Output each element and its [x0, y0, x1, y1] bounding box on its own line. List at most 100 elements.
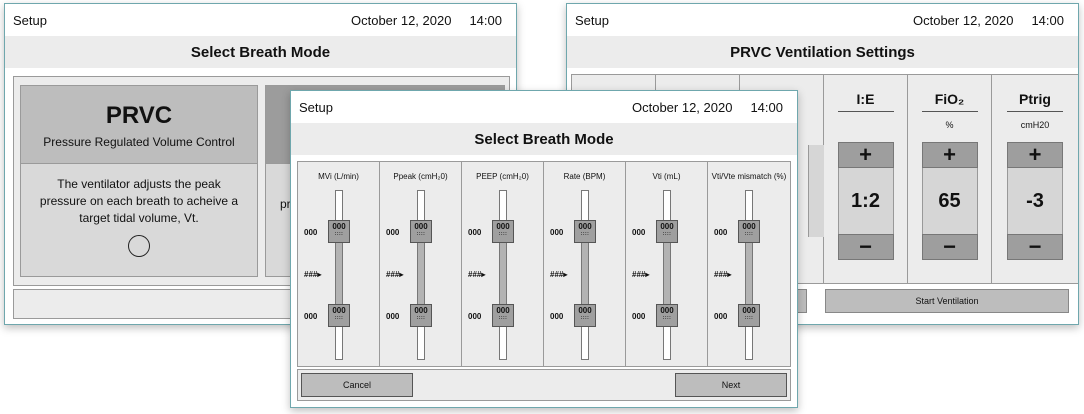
setting-stepper: + -3 − — [1007, 142, 1063, 260]
setting-unit: cmH20 — [1020, 120, 1050, 130]
current-value-marker: ###▸ — [468, 270, 486, 279]
mode-radio-button[interactable] — [128, 235, 150, 257]
divider — [921, 111, 978, 112]
value-display-edge — [808, 145, 824, 237]
slider-range-band — [581, 232, 589, 314]
slider-column: Rate (BPM) 000 000:::: ###▸ 000 000:::: — [544, 162, 626, 366]
time-label: 14:00 — [1031, 12, 1064, 28]
setting-label: FiO₂ — [934, 91, 965, 107]
page-header: Select Breath Mode — [291, 123, 797, 155]
grip-icon: :::: — [662, 315, 672, 321]
upper-limit-handle[interactable]: 000:::: — [328, 220, 350, 243]
mode-name: PRVC — [105, 102, 173, 129]
cancel-button[interactable]: Cancel — [301, 373, 413, 397]
date-label: October 12, 2020 — [350, 12, 452, 28]
upper-limit-value: 000 — [632, 228, 646, 237]
setting-label: I:E — [856, 91, 875, 107]
divider — [1007, 111, 1063, 112]
window-title: Setup — [299, 99, 333, 115]
date-label: October 12, 2020 — [912, 12, 1014, 28]
grip-icon: :::: — [498, 231, 508, 237]
lower-limit-handle[interactable]: 000:::: — [410, 304, 432, 327]
slider-label: Ppeak (cmH₂0) — [393, 172, 448, 181]
grip-icon: :::: — [744, 315, 754, 321]
lower-limit-handle[interactable]: 000:::: — [656, 304, 678, 327]
setting-fio2: FiO₂ % + 65 − — [908, 75, 992, 283]
lower-limit-value: 000 — [386, 312, 400, 321]
slider-panel: MVi (L/min) 000 000:::: ###▸ 000 000::::… — [297, 161, 791, 367]
decrement-button[interactable]: − — [1007, 234, 1063, 260]
slider-label: PEEP (cmH₂0) — [476, 172, 529, 181]
setting-stepper: + 65 − — [921, 142, 978, 260]
grip-icon: :::: — [334, 315, 344, 321]
date-label: October 12, 2020 — [631, 99, 733, 115]
current-value-marker: ###▸ — [386, 270, 404, 279]
slider-column: PEEP (cmH₂0) 000 000:::: ###▸ 000 000:::… — [462, 162, 544, 366]
upper-limit-handle[interactable]: 000:::: — [574, 220, 596, 243]
setting-ie: I:E + 1:2 − — [824, 75, 908, 283]
grip-icon: :::: — [580, 315, 590, 321]
top-bar: Setup October 12, 2020 14:00 — [5, 4, 516, 36]
slider-range-band — [499, 232, 507, 314]
mode-card-header: PRVC Pressure Regulated Volume Control — [21, 86, 257, 164]
upper-limit-value: 000 — [550, 228, 564, 237]
time-label: 14:00 — [469, 12, 502, 28]
window-title: Setup — [13, 12, 47, 28]
slider-column: Vti (mL) 000 000:::: ###▸ 000 000:::: — [626, 162, 708, 366]
lower-limit-handle[interactable]: 000:::: — [574, 304, 596, 327]
next-button[interactable]: Next — [675, 373, 787, 397]
lower-limit-value: 000 — [632, 312, 646, 321]
lower-limit-value: 000 — [714, 312, 728, 321]
setting-ptrig: Ptrig cmH20 + -3 − — [992, 75, 1078, 283]
upper-limit-handle[interactable]: 000:::: — [410, 220, 432, 243]
setting-value: 1:2 — [837, 168, 894, 234]
slider-label: Vti (mL) — [652, 172, 681, 181]
time-label: 14:00 — [750, 99, 783, 115]
upper-limit-value: 000 — [468, 228, 482, 237]
grip-icon: :::: — [744, 231, 754, 237]
grip-icon: :::: — [334, 231, 344, 237]
lower-limit-handle[interactable]: 000:::: — [738, 304, 760, 327]
current-value-marker: ###▸ — [304, 270, 322, 279]
grip-icon: :::: — [416, 231, 426, 237]
upper-limit-handle[interactable]: 000:::: — [738, 220, 760, 243]
slider-label: Vti/Vte mismatch (%) — [711, 172, 787, 181]
lower-limit-value: 000 — [550, 312, 564, 321]
current-value-marker: ###▸ — [632, 270, 650, 279]
start-ventilation-button[interactable]: Start Ventilation — [825, 289, 1069, 313]
slider-column: Ppeak (cmH₂0) 000 000:::: ###▸ 000 000::… — [380, 162, 462, 366]
current-value-marker: ###▸ — [550, 270, 568, 279]
setting-unit — [824, 120, 907, 130]
decrement-button[interactable]: − — [921, 234, 978, 260]
setting-value: 65 — [921, 168, 978, 234]
lower-limit-handle[interactable]: 000:::: — [492, 304, 514, 327]
increment-button[interactable]: + — [837, 142, 894, 168]
grip-icon: :::: — [498, 315, 508, 321]
upper-limit-value: 000 — [304, 228, 318, 237]
limits-window: Setup October 12, 2020 14:00 Select Brea… — [290, 90, 798, 408]
slider-range-band — [335, 232, 343, 314]
mode-description: The ventilator adjusts the peak pressure… — [39, 177, 239, 225]
window-title: Setup — [575, 12, 609, 28]
mode-card-prvc[interactable]: PRVC Pressure Regulated Volume Control T… — [20, 85, 258, 277]
setting-unit: % — [945, 120, 954, 130]
increment-button[interactable]: + — [1007, 142, 1063, 168]
lower-limit-handle[interactable]: 000:::: — [328, 304, 350, 327]
grip-icon: :::: — [580, 231, 590, 237]
upper-limit-handle[interactable]: 000:::: — [656, 220, 678, 243]
page-header: Select Breath Mode — [5, 36, 516, 68]
setting-stepper: + 1:2 − — [837, 142, 894, 260]
page-header: PRVC Ventilation Settings — [567, 36, 1078, 68]
divider — [837, 111, 894, 112]
slider-label: MVi (L/min) — [318, 172, 359, 181]
increment-button[interactable]: + — [921, 142, 978, 168]
top-bar: Setup October 12, 2020 14:00 — [291, 91, 797, 123]
upper-limit-handle[interactable]: 000:::: — [492, 220, 514, 243]
screen: Setup October 12, 2020 14:00 Select Brea… — [0, 0, 1084, 414]
top-bar: Setup October 12, 2020 14:00 — [567, 4, 1078, 36]
decrement-button[interactable]: − — [837, 234, 894, 260]
setting-label: Ptrig — [1019, 91, 1051, 107]
setting-value: -3 — [1007, 168, 1063, 234]
slider-range-band — [663, 232, 671, 314]
grip-icon: :::: — [662, 231, 672, 237]
